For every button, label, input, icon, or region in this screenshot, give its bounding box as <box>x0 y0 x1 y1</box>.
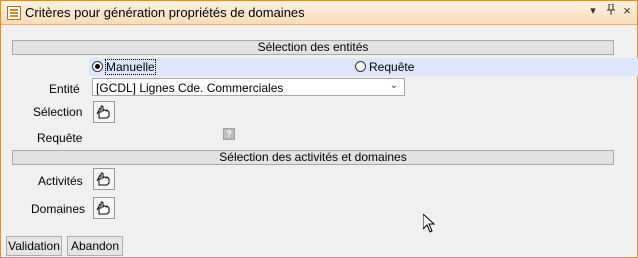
close-icon[interactable]: × <box>620 3 634 18</box>
form-icon <box>7 6 21 20</box>
cancel-button[interactable]: Abandon <box>67 236 123 256</box>
activities-pick-button[interactable] <box>93 168 115 190</box>
hand-pointer-icon <box>96 172 110 186</box>
chevron-down-icon[interactable]: ▾ <box>586 4 600 17</box>
window-title: Critères pour génération propriétés de d… <box>25 5 305 20</box>
title-bar[interactable]: Critères pour génération propriétés de d… <box>1 1 637 25</box>
hand-pointer-icon <box>96 105 110 119</box>
query-radio[interactable] <box>355 61 366 72</box>
query-help-icon[interactable]: ? <box>223 128 235 140</box>
activity-section-header: Sélection des activités et domaines <box>12 150 614 165</box>
manual-radio[interactable] <box>92 61 103 72</box>
entity-select-value: [GCDL] Lignes Cde. Commerciales <box>96 81 284 95</box>
validate-button[interactable]: Validation <box>6 236 62 256</box>
domains-label: Domaines <box>31 202 86 216</box>
activities-label: Activités <box>38 174 83 188</box>
mouse-cursor-icon <box>422 212 436 236</box>
form-body: Sélection des entités Manuelle Requête E… <box>1 25 638 257</box>
pin-icon[interactable] <box>604 3 618 18</box>
entity-select[interactable]: [GCDL] Lignes Cde. Commerciales ⌄ <box>92 78 405 96</box>
hand-pointer-icon <box>96 201 110 215</box>
criteria-window: Critères pour génération propriétés de d… <box>0 0 638 258</box>
query-label: Requête <box>37 131 83 145</box>
selection-pick-button[interactable] <box>93 101 115 123</box>
entity-section-header: Sélection des entités <box>12 40 614 55</box>
entity-label: Entité <box>49 82 80 96</box>
chevron-down-icon: ⌄ <box>389 80 398 91</box>
domains-pick-button[interactable] <box>93 197 115 219</box>
mode-radio-group: Manuelle Requête <box>89 58 638 76</box>
manual-radio-label[interactable]: Manuelle <box>105 59 156 75</box>
query-radio-label[interactable]: Requête <box>369 60 414 74</box>
selection-label: Sélection <box>33 105 83 119</box>
